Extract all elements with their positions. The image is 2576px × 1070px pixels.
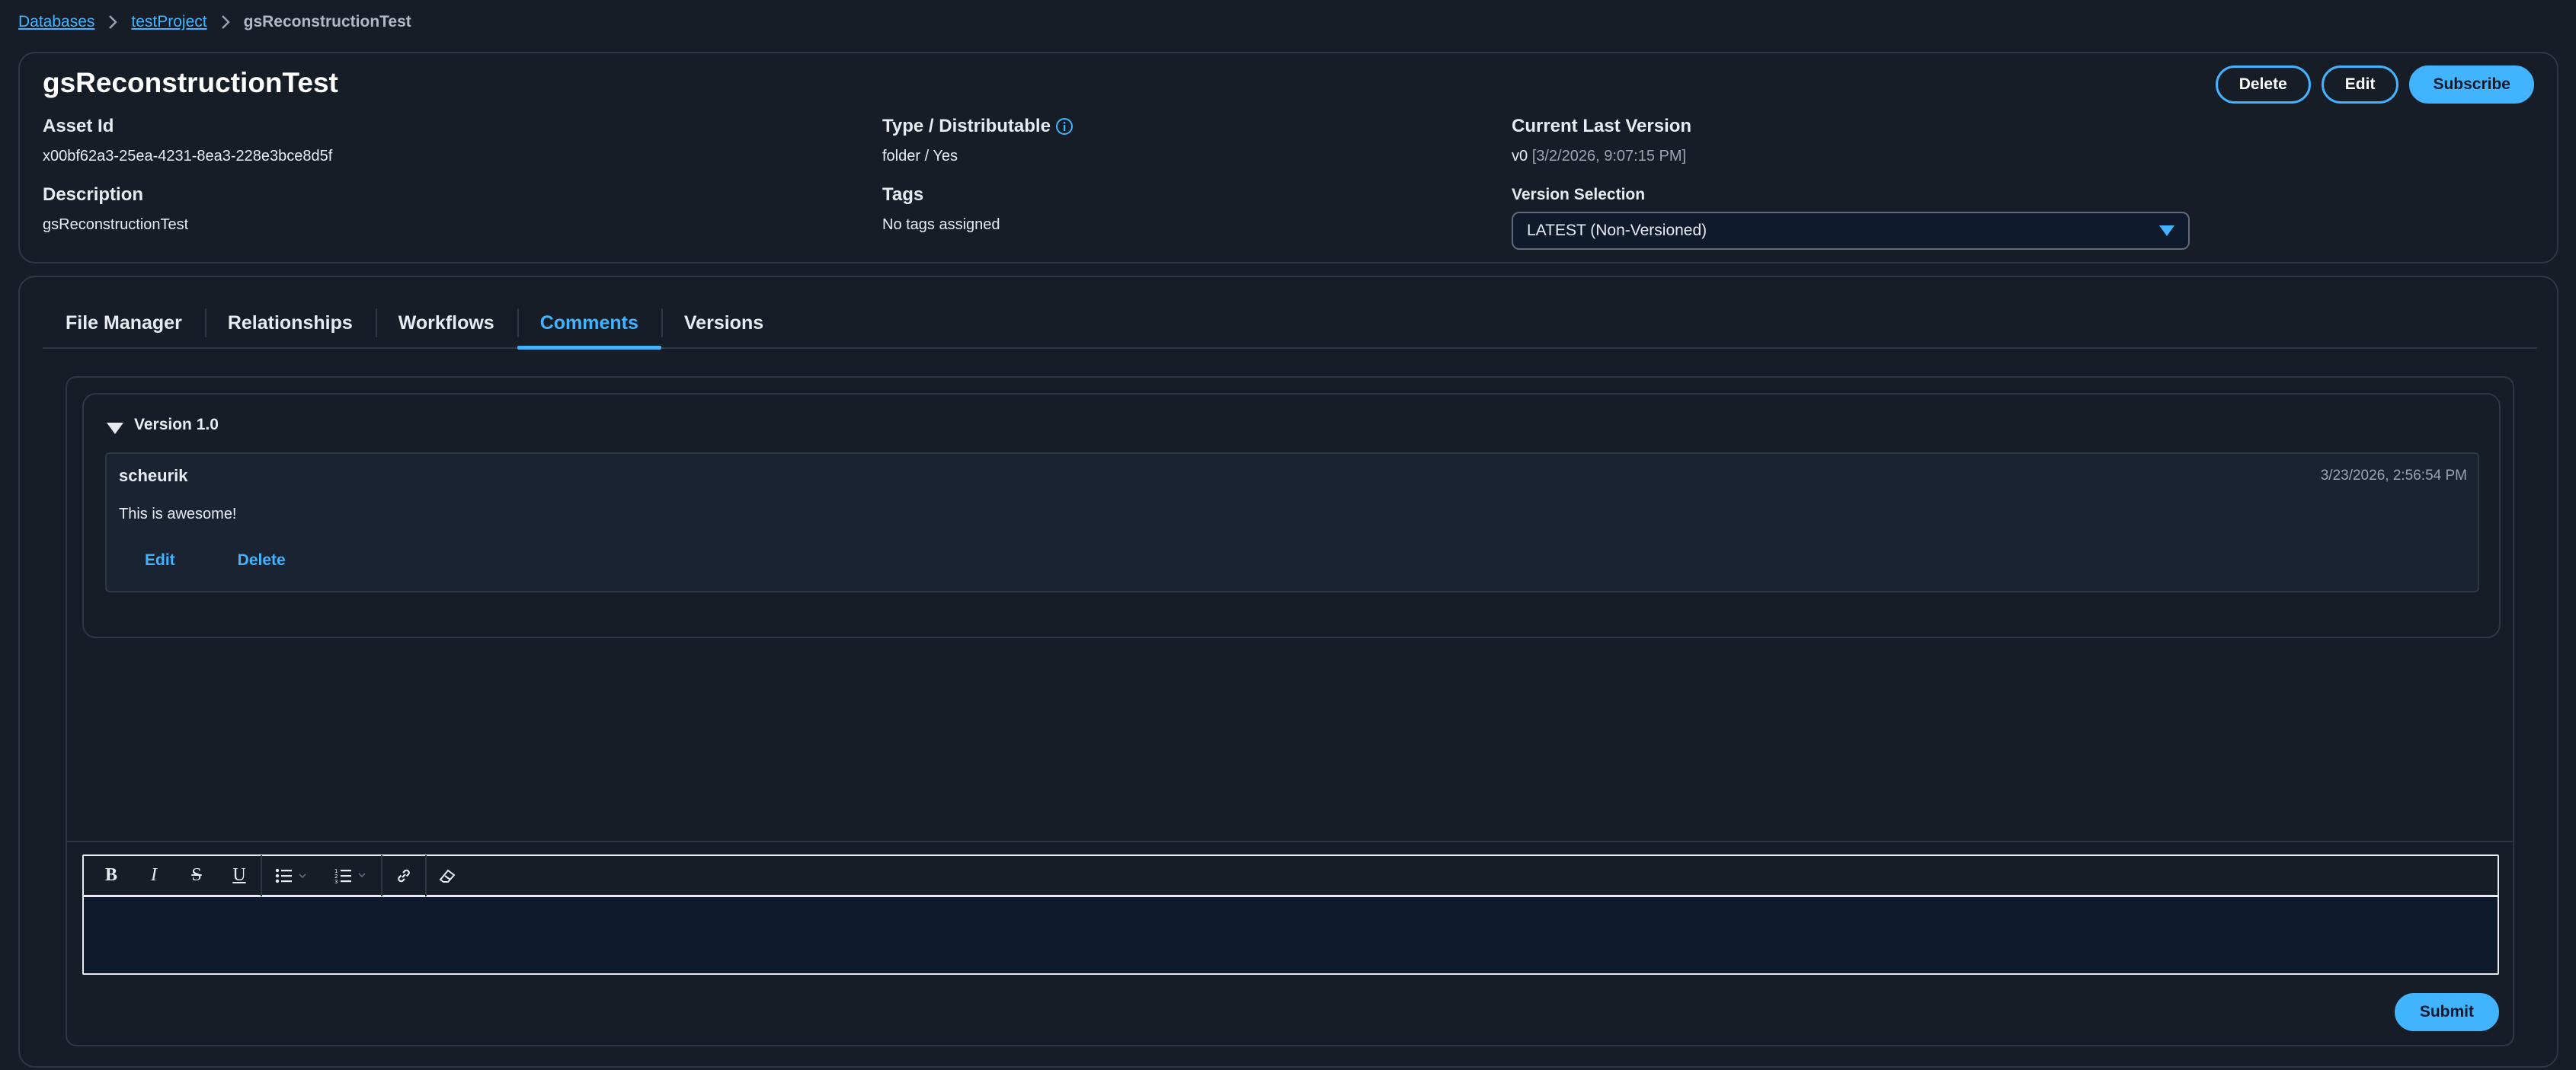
comment-delete-button[interactable]: Delete (238, 551, 286, 570)
italic-icon[interactable]: I (133, 855, 175, 896)
type-field: Type / Distributable folder / Yes (882, 116, 1074, 165)
type-label: Type / Distributable (882, 116, 1051, 136)
tags-field: Tags No tags assigned (882, 184, 1000, 234)
bold-icon[interactable]: B (90, 855, 133, 896)
bulleted-list-icon[interactable] (262, 855, 322, 896)
chevron-right-icon (94, 14, 131, 30)
rich-text-editor: B I S U 1 2 3 (82, 854, 2499, 975)
comment-author: scheurik (119, 466, 188, 485)
breadcrumb-current: gsReconstructionTest (243, 13, 411, 30)
asset-content-card: File Manager Relationships Workflows Com… (18, 276, 2558, 1068)
current-version-label: Current Last Version (1512, 116, 1692, 136)
breadcrumb-databases[interactable]: Databases (18, 13, 94, 31)
current-version-number: v0 (1512, 148, 1528, 164)
comment-version-group: Version 1.0 scheurik 3/23/2026, 2:56:54 … (82, 393, 2501, 638)
current-version-field: Current Last Version v0 [3/2/2026, 9:07:… (1512, 116, 1691, 165)
comment-actions: Edit Delete (145, 551, 286, 570)
asset-id-field: Asset Id x00bf62a3-25ea-4231-8ea3-228e3b… (43, 116, 332, 165)
description-field: Description gsReconstructionTest (43, 184, 188, 234)
description-label: Description (43, 184, 144, 205)
caret-down-icon (2159, 225, 2174, 236)
numbered-list-icon[interactable]: 1 2 3 (322, 855, 381, 896)
editor-toolbar: B I S U 1 2 3 (84, 854, 2498, 897)
chevron-right-icon (207, 14, 244, 30)
comment-timestamp: 3/23/2026, 2:56:54 PM (2320, 468, 2467, 484)
tags-value: No tags assigned (882, 216, 1000, 233)
page-title: gsReconstructionTest (43, 67, 338, 98)
version-group-title: Version 1.0 (134, 416, 219, 433)
clear-formatting-icon[interactable] (427, 855, 469, 896)
tags-label: Tags (882, 184, 924, 205)
version-selection-select[interactable]: LATEST (Non-Versioned) (1512, 212, 2190, 250)
subscribe-button[interactable]: Subscribe (2409, 65, 2534, 104)
current-version-date: [3/2/2026, 9:07:15 PM] (1531, 148, 1687, 164)
asset-header-card: gsReconstructionTest Delete Edit Subscri… (18, 52, 2558, 264)
description-value: gsReconstructionTest (43, 216, 189, 233)
version-selection-label: Version Selection (1512, 186, 1646, 203)
version-selection-field: Version Selection (1512, 186, 1645, 204)
tab-versions[interactable]: Versions (661, 298, 786, 348)
strikethrough-icon[interactable]: S (175, 855, 218, 896)
svg-text:3: 3 (334, 879, 338, 884)
delete-button[interactable]: Delete (2215, 65, 2311, 104)
tab-relationships[interactable]: Relationships (204, 298, 376, 348)
comment-item: scheurik 3/23/2026, 2:56:54 PM This is a… (105, 452, 2479, 592)
tab-file-manager[interactable]: File Manager (43, 298, 205, 348)
comment-edit-button[interactable]: Edit (145, 551, 175, 570)
current-version-value: v0 [3/2/2026, 9:07:15 PM] (1512, 148, 1691, 165)
tab-comments[interactable]: Comments (517, 298, 662, 350)
version-group-toggle[interactable]: Version 1.0 (107, 416, 219, 434)
breadcrumb-test-project[interactable]: testProject (131, 13, 206, 31)
header-actions: Delete Edit Subscribe (2215, 65, 2534, 104)
asset-id-value: x00bf62a3-25ea-4231-8ea3-228e3bce8d5f (43, 148, 333, 164)
tab-workflows[interactable]: Workflows (375, 298, 517, 348)
edit-button[interactable]: Edit (2321, 65, 2399, 104)
type-label-row: Type / Distributable (882, 116, 1074, 137)
comment-editor-area: B I S U 1 2 3 Submit (67, 841, 2513, 1045)
caret-down-icon (107, 422, 123, 434)
asset-detail-page: Databases testProject gsReconstructionTe… (0, 0, 2576, 1070)
comment-body: This is awesome! (119, 506, 237, 522)
underline-icon[interactable]: U (218, 855, 261, 896)
breadcrumb: Databases testProject gsReconstructionTe… (18, 9, 411, 35)
type-value: folder / Yes (882, 148, 958, 164)
comments-panel: Version 1.0 scheurik 3/23/2026, 2:56:54 … (66, 376, 2514, 1046)
comment-input[interactable] (84, 899, 2498, 973)
link-icon[interactable] (382, 855, 425, 896)
asset-id-label: Asset Id (43, 116, 114, 136)
info-icon[interactable] (1055, 117, 1074, 136)
version-selection-value: LATEST (Non-Versioned) (1527, 222, 1707, 239)
submit-button[interactable]: Submit (2394, 993, 2499, 1031)
tab-bar: File Manager Relationships Workflows Com… (43, 298, 2537, 350)
